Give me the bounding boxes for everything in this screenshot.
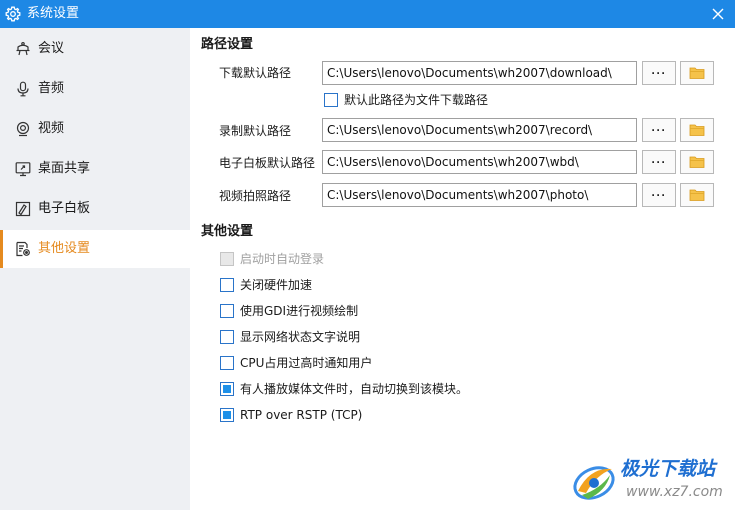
sidebar-item-audio[interactable]: 音频	[0, 70, 190, 108]
window-title: 系统设置	[27, 6, 80, 21]
settings-doc-icon	[16, 241, 30, 257]
meeting-icon	[16, 41, 30, 56]
checkbox-box[interactable]	[220, 382, 234, 396]
checkbox-label: RTP over RSTP (TCP)	[240, 408, 363, 422]
download-path-open-folder-button[interactable]	[680, 61, 714, 85]
sidebar-item-meeting[interactable]: 会议	[0, 30, 190, 68]
checkbox-label: 启动时自动登录	[240, 252, 325, 266]
checkbox-box[interactable]	[220, 278, 234, 292]
whiteboard-path-input[interactable]	[322, 150, 637, 174]
close-icon[interactable]	[710, 6, 726, 22]
checkbox-label: 使用GDI进行视频绘制	[240, 304, 359, 318]
checkbox-box[interactable]	[324, 93, 338, 107]
monitor-icon	[15, 162, 31, 177]
whiteboard-path-label: 电子白板默认路径	[219, 156, 316, 170]
checkbox-box[interactable]	[220, 304, 234, 318]
sidebar-item-whiteboard[interactable]: 电子白板	[0, 190, 190, 228]
photo-path-label: 视频拍照路径	[219, 189, 292, 203]
checkbox-label: CPU占用过高时通知用户	[240, 356, 373, 370]
folder-icon	[689, 189, 705, 201]
folder-icon	[689, 67, 705, 79]
webcam-icon	[16, 121, 30, 137]
watermark-url: www.xz7.com	[626, 484, 723, 500]
record-path-browse-button[interactable]: ···	[642, 118, 676, 142]
folder-icon	[689, 156, 705, 168]
checkbox-box[interactable]	[220, 408, 234, 422]
path-settings-title: 路径设置	[201, 37, 254, 52]
gear-icon	[5, 6, 21, 22]
microphone-icon	[17, 81, 29, 97]
sidebar-item-label: 会议	[38, 41, 65, 56]
main-panel: 路径设置 下载默认路径 ··· 默认此路径为文件下载路径 录制默认路径 ··· …	[190, 28, 735, 510]
photo-path-input[interactable]	[322, 183, 637, 207]
photo-path-browse-button[interactable]: ···	[642, 183, 676, 207]
aurora-logo-icon	[573, 466, 615, 500]
sidebar-item-desktop-share[interactable]: 桌面共享	[0, 150, 190, 188]
whiteboard-icon	[15, 201, 31, 217]
ellipsis-icon: ···	[651, 155, 667, 169]
checkbox-box	[220, 252, 234, 266]
checkbox-label: 默认此路径为文件下载路径	[344, 93, 489, 107]
ellipsis-icon: ···	[651, 123, 667, 137]
checkbox-box[interactable]	[220, 356, 234, 370]
photo-path-open-folder-button[interactable]	[680, 183, 714, 207]
record-path-input[interactable]	[322, 118, 637, 142]
settings-window: 系统设置 会议 音频 视频 桌面共享 电子白板 其他设置 路径设置 下载默认路径…	[0, 0, 735, 510]
title-bar: 系统设置	[0, 0, 735, 28]
record-path-label: 录制默认路径	[219, 124, 292, 138]
sidebar-item-other-settings[interactable]: 其他设置	[0, 230, 190, 268]
sidebar-item-label: 视频	[38, 121, 65, 136]
sidebar-item-label: 桌面共享	[38, 161, 91, 176]
sidebar: 会议 音频 视频 桌面共享 电子白板 其他设置	[0, 28, 190, 510]
sidebar-item-video[interactable]: 视频	[0, 110, 190, 148]
checkbox-label: 显示网络状态文字说明	[240, 330, 361, 344]
sidebar-item-label: 其他设置	[38, 241, 91, 256]
whiteboard-path-open-folder-button[interactable]	[680, 150, 714, 174]
checkbox-label: 有人播放媒体文件时，自动切换到该模块。	[240, 382, 469, 396]
active-indicator	[0, 230, 3, 268]
folder-icon	[689, 124, 705, 136]
whiteboard-path-browse-button[interactable]: ···	[642, 150, 676, 174]
checkbox-box[interactable]	[220, 330, 234, 344]
ellipsis-icon: ···	[651, 66, 667, 80]
other-settings-title: 其他设置	[201, 224, 254, 239]
ellipsis-icon: ···	[651, 188, 667, 202]
download-path-browse-button[interactable]: ···	[642, 61, 676, 85]
sidebar-item-label: 电子白板	[38, 201, 91, 216]
download-path-label: 下载默认路径	[219, 66, 292, 80]
sidebar-item-label: 音频	[38, 81, 65, 96]
watermark-name: 极光下载站	[620, 458, 716, 480]
download-path-input[interactable]	[322, 61, 637, 85]
checkbox-label: 关闭硬件加速	[240, 278, 313, 292]
watermark: 极光下载站 www.xz7.com	[570, 455, 735, 507]
record-path-open-folder-button[interactable]	[680, 118, 714, 142]
